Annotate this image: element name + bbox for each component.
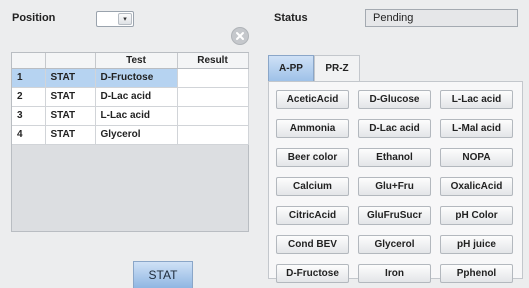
row-type: STAT	[45, 125, 96, 145]
status-label: Status	[274, 12, 308, 24]
row-result	[177, 106, 249, 126]
test-button[interactable]: GluFruSucr	[358, 206, 431, 225]
close-icon	[236, 32, 244, 40]
test-button[interactable]: L-Mal acid	[440, 119, 513, 138]
test-button[interactable]: L-Lac acid	[440, 90, 513, 109]
stat-button[interactable]: STAT	[133, 261, 193, 288]
test-button[interactable]: Ammonia	[276, 119, 349, 138]
row-type: STAT	[45, 87, 96, 107]
row-type: STAT	[45, 106, 96, 126]
row-result	[177, 87, 249, 107]
row-number: 1	[12, 68, 46, 88]
test-button[interactable]: Glycerol	[358, 235, 431, 254]
tab-pr-z[interactable]: PR-Z	[314, 55, 360, 81]
test-button[interactable]: CitricAcid	[276, 206, 349, 225]
tab-a-pp[interactable]: A-PP	[268, 55, 314, 81]
test-button[interactable]: Beer color	[276, 148, 349, 167]
test-button[interactable]: Pphenol	[440, 264, 513, 283]
test-button[interactable]: Cond BEV	[276, 235, 349, 254]
column-header-result: Result	[177, 53, 249, 69]
test-button[interactable]: Glu+Fru	[358, 177, 431, 196]
test-button[interactable]: Iron	[358, 264, 431, 283]
test-button[interactable]: Ethanol	[358, 148, 431, 167]
test-button[interactable]: D-Glucose	[358, 90, 431, 109]
table-row[interactable]: 3 STAT L-Lac acid	[12, 106, 249, 126]
test-button[interactable]: AceticAcid	[276, 90, 349, 109]
column-header	[12, 53, 46, 69]
column-header	[45, 53, 96, 69]
table-row[interactable]: 2 STAT D-Lac acid	[12, 87, 249, 107]
test-button[interactable]: NOPA	[440, 148, 513, 167]
test-table: Test Result 1 STAT D-Fructose 2 STAT D-Lac ac…	[11, 52, 249, 232]
row-number: 3	[12, 106, 46, 126]
row-result	[177, 125, 249, 145]
row-test: L-Lac acid	[95, 106, 178, 126]
test-button[interactable]: OxalicAcid	[440, 177, 513, 196]
test-button[interactable]: pH juice	[440, 235, 513, 254]
row-test: Glycerol	[95, 125, 178, 145]
table-row[interactable]: 4 STAT Glycerol	[12, 125, 249, 145]
test-button[interactable]: Calcium	[276, 177, 349, 196]
status-field: Pending	[365, 9, 518, 27]
test-button-grid: AceticAcid D-Glucose L-Lac acid Ammonia D-La…	[276, 90, 513, 283]
position-label: Position	[12, 12, 56, 24]
row-test: D-Lac acid	[95, 87, 178, 107]
chevron-down-icon[interactable]: ▾	[118, 13, 132, 25]
table-row[interactable]: 1 STAT D-Fructose	[12, 68, 249, 88]
row-test: D-Fructose	[95, 68, 178, 88]
column-header-test: Test	[95, 53, 178, 69]
row-number: 4	[12, 125, 46, 145]
row-type: STAT	[45, 68, 96, 88]
row-result	[177, 68, 249, 88]
table-header: Test Result	[12, 53, 249, 69]
test-button[interactable]: D-Fructose	[276, 264, 349, 283]
clear-button[interactable]	[231, 27, 249, 45]
position-dropdown[interactable]: ▾	[96, 11, 134, 27]
test-button[interactable]: pH Color	[440, 206, 513, 225]
test-button[interactable]: D-Lac acid	[358, 119, 431, 138]
row-number: 2	[12, 87, 46, 107]
